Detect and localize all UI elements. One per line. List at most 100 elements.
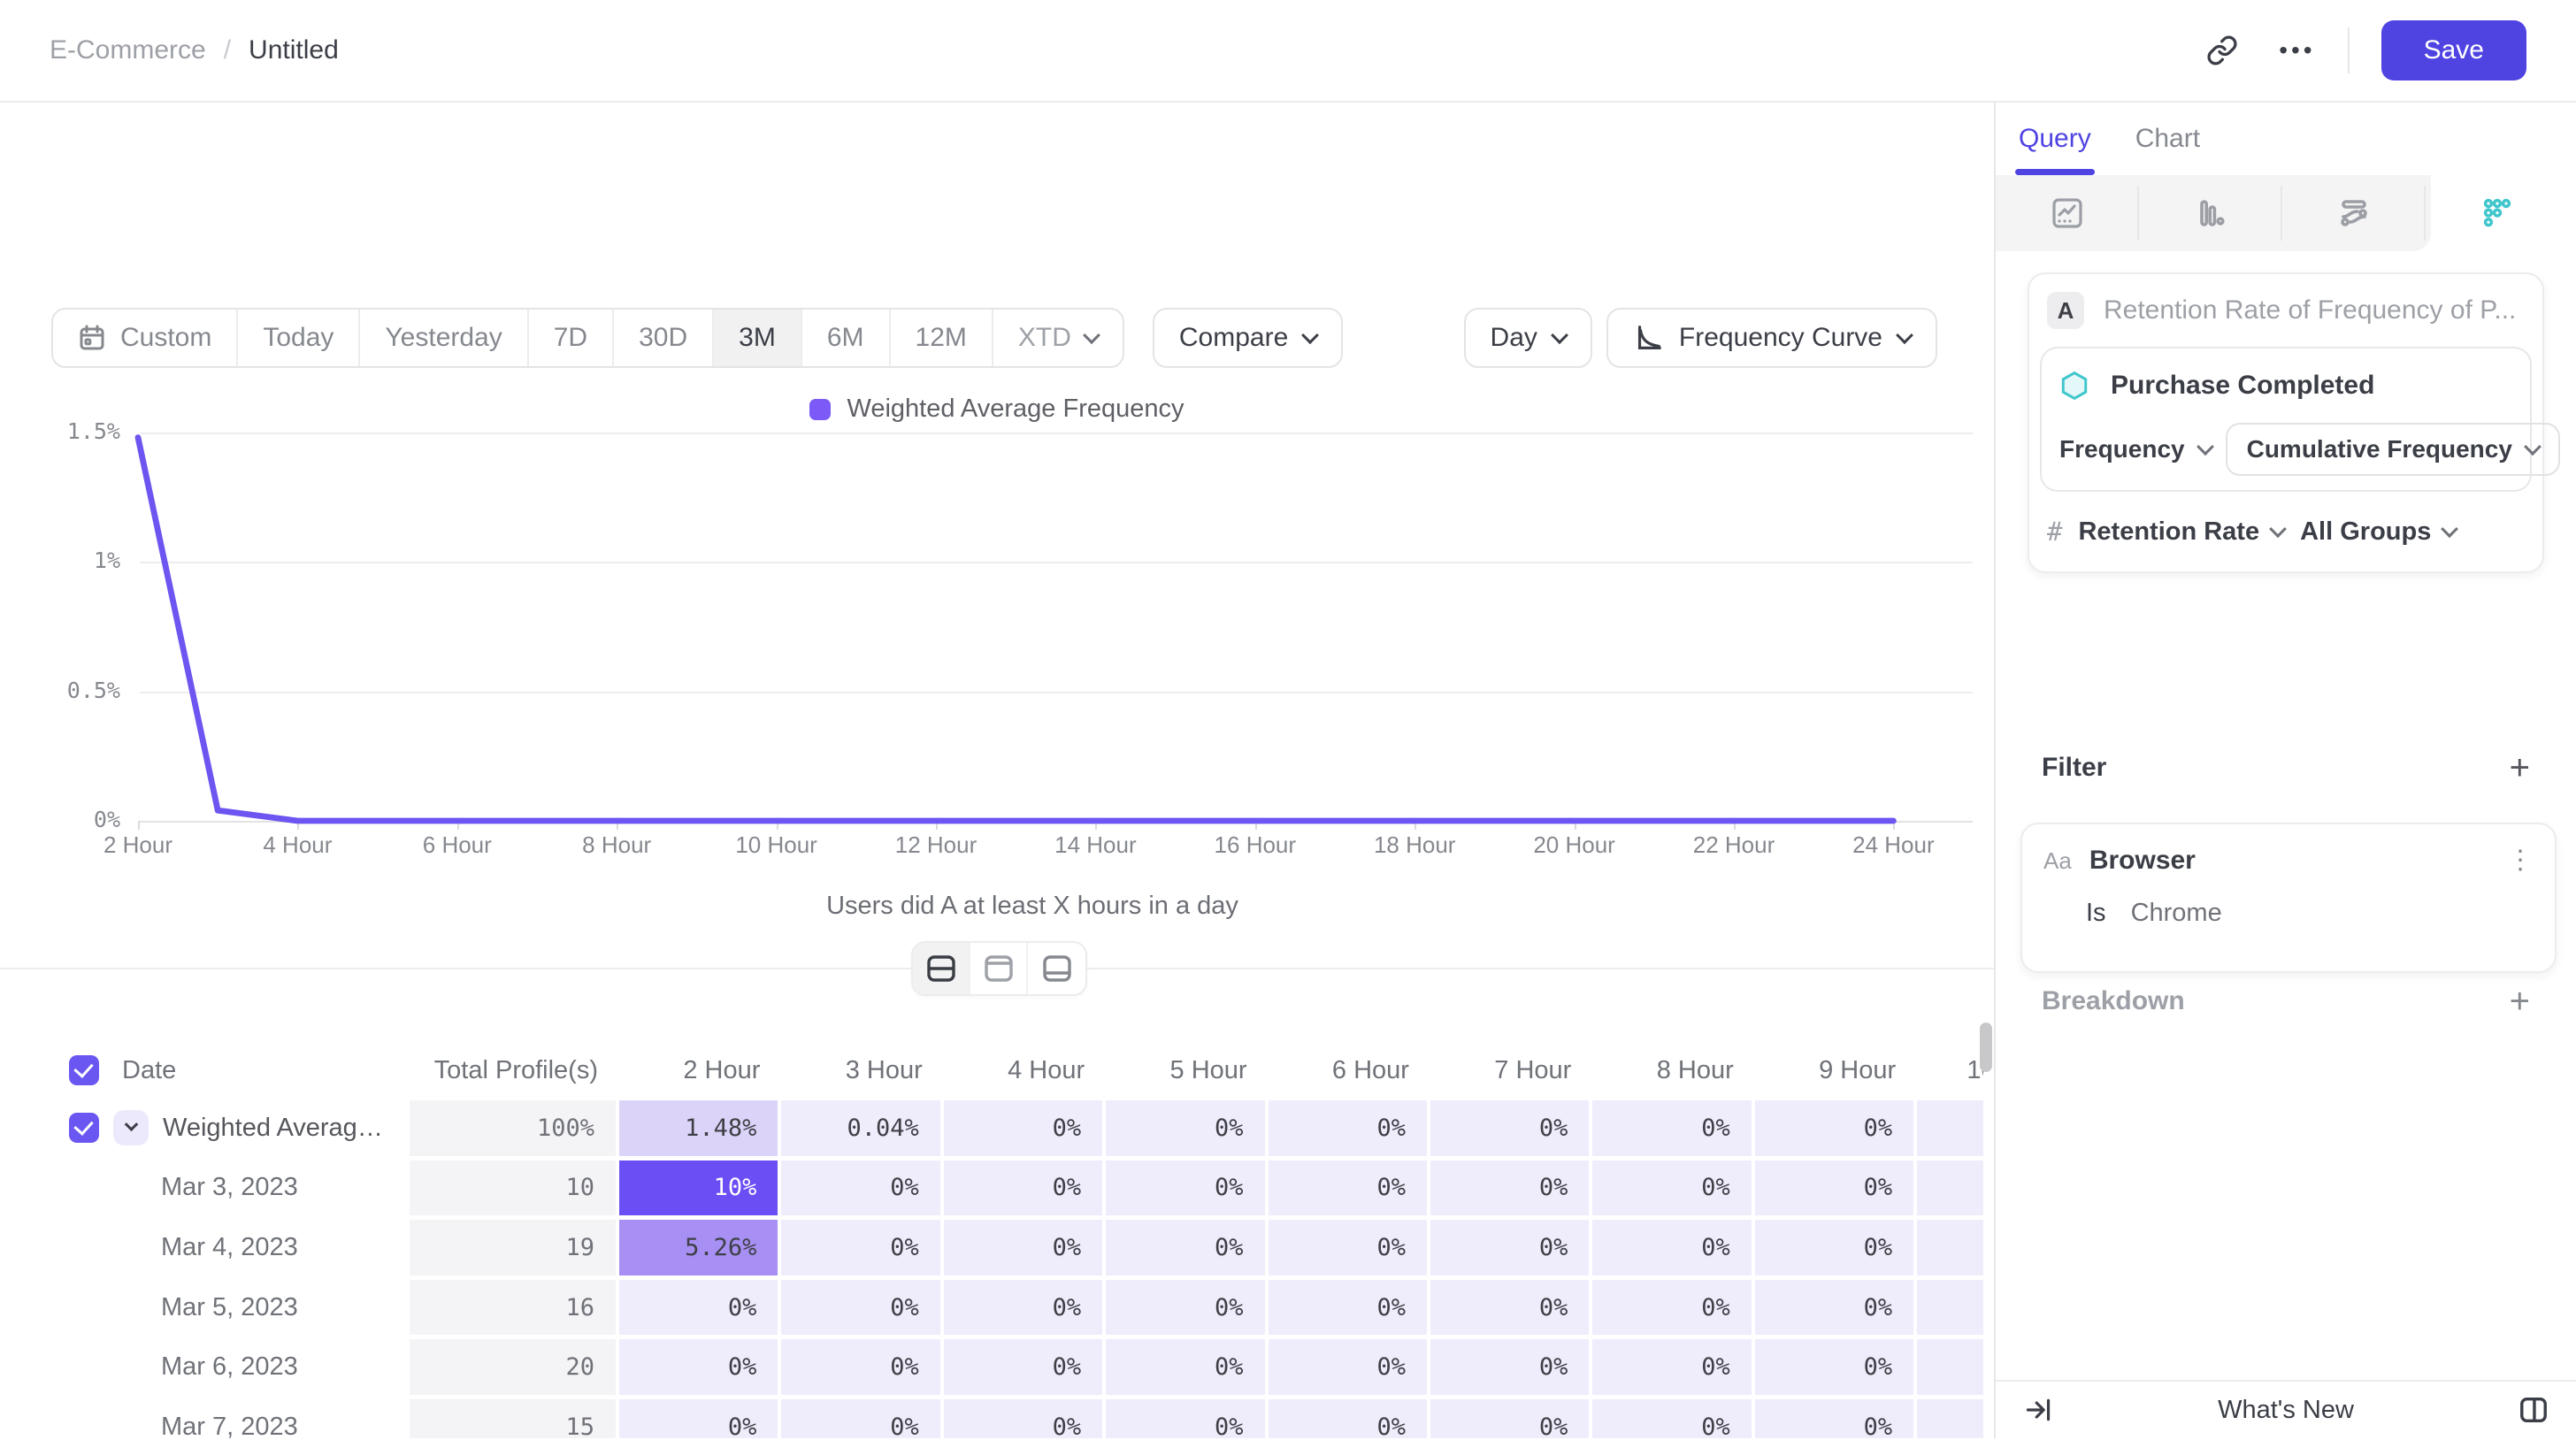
filter-operator-dropdown[interactable]: Is [2086, 899, 2106, 928]
add-filter-button[interactable]: + [2510, 750, 2530, 785]
series-title-input[interactable]: Retention Rate of Frequency of P... [2104, 295, 2516, 326]
chart-type-line[interactable] [1996, 175, 2139, 251]
tab-chart[interactable]: Chart [2135, 103, 2200, 175]
table-header-label: 9 Hour [1819, 1056, 1896, 1085]
row-value-cell: 0% [619, 1280, 781, 1340]
layout-toggle [911, 941, 1087, 996]
expand-row-button[interactable] [113, 1110, 149, 1145]
layout-split-view-button[interactable] [913, 943, 970, 994]
x-axis-title: Users did A at least X hours in a day [0, 892, 1994, 921]
date-range-3m-selected[interactable]: 3M [714, 310, 802, 366]
date-range-custom[interactable]: Custom [53, 310, 238, 366]
metric-dropdown[interactable]: Retention Rate [2078, 517, 2284, 547]
row-value-cell: 0% [1106, 1339, 1268, 1399]
chart-type-frequency-selected[interactable] [2426, 175, 2569, 251]
row-total-cell: 100% [410, 1100, 619, 1160]
chevron-down-icon [2441, 520, 2458, 538]
table-header-4-hour[interactable]: 4 Hour [944, 1040, 1106, 1100]
x-axis-tick-label: 20 Hour [1513, 831, 1637, 859]
breadcrumb-project[interactable]: E-Commerce [50, 35, 206, 65]
row-value-cell: 0.04% [781, 1100, 943, 1160]
more-menu-button[interactable]: ••• [2279, 26, 2315, 75]
filter-value-dropdown[interactable]: Chrome [2131, 899, 2222, 928]
chart-type-flow[interactable] [2282, 175, 2426, 251]
row-value-cell: 0% [1592, 1160, 1754, 1221]
x-axis-tick [1575, 821, 1576, 830]
collapse-sidebar-icon[interactable] [2019, 1390, 2058, 1429]
row-date-label: Mar 4, 2023 [161, 1233, 298, 1262]
vertical-scrollbar[interactable] [1980, 1023, 1992, 1072]
event-name[interactable]: Purchase Completed [2111, 371, 2374, 401]
table-header-8-hour[interactable]: 8 Hour [1592, 1040, 1754, 1100]
date-range-7d[interactable]: 7D [529, 310, 614, 366]
row-value-cell: 0% [1269, 1280, 1430, 1340]
group-dropdown[interactable]: All Groups [2300, 517, 2456, 547]
query-series-card: A Retention Rate of Frequency of P... Pu… [2028, 272, 2544, 573]
granularity-dropdown[interactable]: Day [1464, 308, 1592, 368]
table-header-total-profile-s-[interactable]: Total Profile(s) [410, 1040, 619, 1100]
breadcrumb-report-name[interactable]: Untitled [249, 35, 339, 65]
row-value-cell: 10% [619, 1160, 781, 1221]
date-range-xtd[interactable]: XTD [993, 310, 1123, 366]
table-only-icon [1042, 954, 1072, 983]
x-axis-tick-label: 10 Hour [715, 831, 839, 859]
row-value-cell: 0% [1430, 1339, 1592, 1399]
chart-type-bar[interactable] [2139, 175, 2282, 251]
table-header-3-hour[interactable]: 3 Hour [781, 1040, 943, 1100]
row-value-cell: 0% [1592, 1280, 1754, 1340]
table-header-5-hour[interactable]: 5 Hour [1106, 1040, 1268, 1100]
table-header-9-hour[interactable]: 9 Hour [1755, 1040, 1917, 1100]
toggle-panel-icon[interactable] [2514, 1390, 2553, 1429]
measure-dropdown[interactable]: Frequency [2056, 435, 2215, 463]
x-axis-tick [1095, 821, 1097, 830]
table-header-date[interactable]: Date [53, 1040, 410, 1100]
filter-heading: Filter [2042, 753, 2106, 783]
save-button[interactable]: Save [2381, 20, 2526, 80]
chevron-down-icon [2196, 438, 2214, 456]
row-value-cell: 0% [944, 1399, 1106, 1438]
frequency-chart-icon [2480, 195, 2515, 231]
filter-property-dropdown[interactable]: Browser [2089, 846, 2489, 876]
table-header-label: 6 Hour [1332, 1056, 1409, 1085]
row-date-cell: Mar 3, 2023 [53, 1160, 410, 1221]
tab-query[interactable]: Query [2019, 103, 2091, 175]
select-all-checkbox[interactable] [69, 1055, 99, 1085]
date-range-6m[interactable]: 6M [802, 310, 891, 366]
x-axis-tick [1255, 821, 1257, 830]
chart-type-strip [1996, 175, 2576, 251]
copy-link-icon[interactable] [2197, 26, 2247, 75]
table-header-10-hour[interactable]: 10 Hour [1917, 1040, 1983, 1100]
table-header-2-hour[interactable]: 2 Hour [619, 1040, 781, 1100]
date-range-30d[interactable]: 30D [614, 310, 714, 366]
row-value-cell: 0% [1755, 1280, 1917, 1340]
x-axis-tick-label: 14 Hour [1033, 831, 1157, 859]
x-axis-tick [138, 821, 140, 830]
row-value-cell: 0% [619, 1339, 781, 1399]
measure-type-dropdown[interactable]: Cumulative Frequency [2226, 423, 2560, 476]
date-range-today[interactable]: Today [238, 310, 360, 366]
row-value-cell: 0% [1430, 1280, 1592, 1340]
table-header-7-hour[interactable]: 7 Hour [1430, 1040, 1592, 1100]
add-breakdown-button[interactable]: + [2510, 984, 2530, 1019]
layout-table-only-button[interactable] [1028, 943, 1085, 994]
filter-menu-icon[interactable]: ⋮ [2507, 847, 2534, 874]
row-value-cell: 0% [1592, 1339, 1754, 1399]
date-range-yesterday[interactable]: Yesterday [360, 310, 528, 366]
row-value-cell: 0% [1106, 1160, 1268, 1221]
frequency-curve-icon [1633, 323, 1663, 353]
compare-button[interactable]: Compare [1153, 308, 1343, 368]
property-type-badge: Aa [2043, 847, 2072, 875]
row-value-cell: 5.26% [619, 1220, 781, 1280]
row-value-cell: 0% [1917, 1399, 1983, 1438]
layout-chart-only-button[interactable] [970, 943, 1028, 994]
table-header-label: 4 Hour [1008, 1056, 1085, 1085]
chart-only-icon [984, 954, 1014, 983]
x-axis-tick-label: 6 Hour [395, 831, 519, 859]
chevron-down-icon [1083, 326, 1100, 344]
date-range-12m[interactable]: 12M [891, 310, 993, 366]
row-value-cell: 0% [781, 1280, 943, 1340]
chart-style-dropdown[interactable]: Frequency Curve [1606, 308, 1937, 368]
whats-new-link[interactable]: What's New [1996, 1396, 2576, 1425]
row-checkbox[interactable] [69, 1113, 99, 1143]
table-header-6-hour[interactable]: 6 Hour [1269, 1040, 1430, 1100]
